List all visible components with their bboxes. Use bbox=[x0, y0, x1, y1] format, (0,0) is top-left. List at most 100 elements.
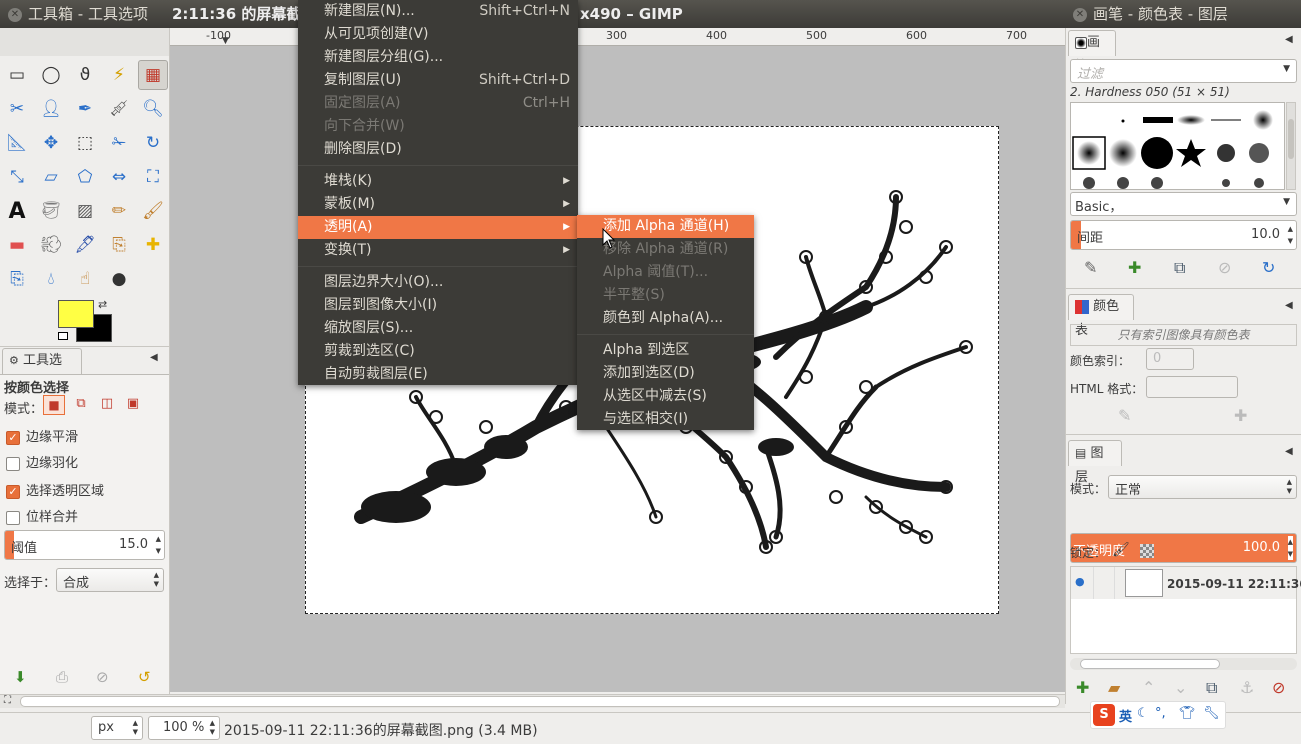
layer-menu-item[interactable]: 剪裁到选区(C) bbox=[298, 340, 578, 363]
paintbrush-tool[interactable]: 🖌︎ bbox=[138, 196, 168, 226]
antialias-checkbox[interactable]: ✓ 边缘平滑 bbox=[6, 426, 78, 445]
cage-transform-tool[interactable]: ⛶ bbox=[138, 162, 168, 192]
layer-menu-item[interactable]: 缩放图层(S)... bbox=[298, 317, 578, 340]
layer-list[interactable]: ● 2015-09-11 22:11:36 的屏 bbox=[1070, 566, 1301, 654]
edit-brush-icon[interactable]: ✎ bbox=[1084, 258, 1097, 277]
crop-tool[interactable]: ✁ bbox=[104, 128, 134, 158]
delete-options-icon[interactable]: ⊘ bbox=[96, 668, 109, 686]
threshold-slider[interactable]: 阈值 15.0 ▲ ▼ bbox=[4, 530, 165, 560]
transparency-menu-item[interactable]: Alpha 到选区 bbox=[577, 339, 754, 362]
layer-mode-combo[interactable]: 正常 ▲ ▼ bbox=[1108, 475, 1297, 499]
layer-menu-item[interactable]: 透明(A) ▶ bbox=[298, 216, 578, 239]
pencil-tool[interactable]: ✏︎ bbox=[104, 196, 134, 226]
lock-pixels-icon[interactable]: 🖌︎ bbox=[1112, 542, 1130, 558]
layer-menu-item[interactable]: 变换(T) ▶ bbox=[298, 239, 578, 262]
new-layer-group-icon[interactable]: ▰ bbox=[1108, 678, 1120, 697]
tab-menu-icon[interactable]: ◀ bbox=[1285, 446, 1293, 457]
scrollbar-thumb[interactable] bbox=[20, 696, 1060, 707]
scrollbar-thumb[interactable] bbox=[1080, 659, 1220, 669]
blend-tool[interactable]: ▨ bbox=[70, 196, 100, 226]
dodge-burn-tool[interactable]: ● bbox=[104, 264, 134, 294]
spin-arrows-icon[interactable]: ▲ ▼ bbox=[1288, 223, 1293, 247]
rect-select-tool[interactable]: ▭ bbox=[2, 60, 32, 90]
transparency-menu-item[interactable]: 添加到选区(D) bbox=[577, 362, 754, 385]
smudge-tool[interactable]: ☝︎ bbox=[70, 264, 100, 294]
default-colors-icon[interactable] bbox=[58, 332, 68, 340]
edit-color-icon[interactable]: ✎ bbox=[1118, 406, 1131, 425]
anchor-layer-icon[interactable]: ⚓︎ bbox=[1240, 678, 1254, 697]
scrollbar-thumb[interactable] bbox=[1288, 119, 1294, 159]
close-icon[interactable]: ✕ bbox=[1073, 7, 1087, 22]
tab-menu-icon[interactable]: ◀ bbox=[1285, 34, 1293, 45]
swap-colors-icon[interactable]: ⇄ bbox=[98, 298, 107, 311]
ellipse-select-tool[interactable]: ◯ bbox=[36, 60, 66, 90]
raise-layer-icon[interactable]: ⌃ bbox=[1142, 678, 1155, 697]
select-by-combo[interactable]: 合成 ▲ ▼ bbox=[56, 568, 164, 592]
perspective-tool[interactable]: ⬠ bbox=[70, 162, 100, 192]
layer-menu-item[interactable]: 蒙板(M) ▶ bbox=[298, 193, 578, 216]
layer-menu-item[interactable]: 删除图层(D) bbox=[298, 138, 578, 161]
scale-tool[interactable]: ⤡ bbox=[2, 162, 32, 192]
layer-menu-item[interactable]: 从可见项创建(V) bbox=[298, 23, 578, 46]
chain-icon[interactable] bbox=[1093, 567, 1115, 599]
delete-brush-icon[interactable]: ⊘ bbox=[1218, 258, 1231, 277]
layer-list-scrollbar[interactable] bbox=[1070, 658, 1297, 670]
perspective-clone-tool[interactable]: ⎘ bbox=[2, 264, 32, 294]
lower-layer-icon[interactable]: ⌄ bbox=[1174, 678, 1187, 697]
brush-preset-combo[interactable]: Basic， ▼ bbox=[1070, 192, 1297, 216]
tab-colormap[interactable]: 颜色表 bbox=[1068, 294, 1134, 338]
layer-row[interactable]: ● 2015-09-11 22:11:36 的屏 bbox=[1071, 567, 1301, 599]
color-index-spinner[interactable]: 0 bbox=[1146, 348, 1194, 370]
spacing-slider[interactable]: 间距 10.0 ▲ ▼ bbox=[1070, 220, 1297, 250]
layer-menu-item[interactable]: 堆栈(K) ▶ bbox=[298, 170, 578, 193]
unit-combo[interactable]: px ▲ ▼ bbox=[91, 716, 143, 740]
clone-tool[interactable]: ⎘ bbox=[104, 230, 134, 260]
restore-options-icon[interactable]: ⎙ bbox=[56, 668, 68, 686]
rotate-tool[interactable]: ↻ bbox=[138, 128, 168, 158]
html-input[interactable] bbox=[1146, 376, 1238, 398]
paths-tool[interactable]: ✒︎ bbox=[70, 94, 100, 124]
refresh-brushes-icon[interactable]: ↻ bbox=[1262, 258, 1275, 277]
tab-tool-options[interactable]: ⚙ 工具选项 bbox=[2, 348, 82, 392]
sample-merged-checkbox[interactable]: 位样合并 bbox=[6, 506, 78, 525]
select-by-color-tool[interactable]: ▦ bbox=[138, 60, 168, 90]
select-transparent-checkbox[interactable]: ✓ 选择透明区域 bbox=[6, 480, 104, 499]
zoom-combo[interactable]: 100 % ▲ ▼ bbox=[148, 716, 220, 740]
eye-icon[interactable]: ● bbox=[1075, 575, 1085, 588]
mode-replace-button[interactable]: ■ bbox=[43, 395, 65, 415]
lock-alpha-icon[interactable] bbox=[1140, 544, 1154, 558]
tab-menu-icon[interactable]: ◀ bbox=[1285, 300, 1293, 311]
flip-tool[interactable]: ⇔ bbox=[104, 162, 134, 192]
layer-menu-item[interactable]: 自动剪裁图层(E) bbox=[298, 363, 578, 386]
transparency-menu-item[interactable]: 颜色到 Alpha(A)... bbox=[577, 307, 754, 330]
layer-menu-item[interactable]: 图层到图像大小(I) bbox=[298, 294, 578, 317]
moon-icon[interactable]: ☾ bbox=[1137, 706, 1149, 721]
transparency-menu-item[interactable]: 与选区相交(I) bbox=[577, 408, 754, 431]
brush-grid-scrollbar[interactable] bbox=[1286, 102, 1296, 190]
layer-name[interactable]: 2015-09-11 22:11:36 的屏 bbox=[1167, 575, 1301, 592]
reset-options-icon[interactable]: ↺ bbox=[138, 668, 151, 686]
ink-tool[interactable]: 🖋︎ bbox=[70, 230, 100, 260]
blur-tool[interactable]: 💧︎ bbox=[36, 264, 66, 294]
align-tool[interactable]: ⬚ bbox=[70, 128, 100, 158]
shirt-icon[interactable]: 👕︎ bbox=[1179, 706, 1196, 721]
spin-arrows-icon[interactable]: ▲ ▼ bbox=[1287, 536, 1293, 560]
ime-toolbar[interactable]: S 英 ☾ °, 👕︎ 🔧︎ bbox=[1090, 701, 1226, 729]
shear-tool[interactable]: ▱ bbox=[36, 162, 66, 192]
foreground-select-tool[interactable]: 👤︎ bbox=[36, 94, 66, 124]
heal-tool[interactable]: ✚ bbox=[138, 230, 168, 260]
new-brush-icon[interactable]: ✚ bbox=[1128, 258, 1141, 277]
feather-checkbox[interactable]: 边缘羽化 bbox=[6, 452, 78, 471]
text-tool[interactable]: A bbox=[2, 196, 32, 226]
tab-layers[interactable]: ▤ 图层 bbox=[1068, 440, 1122, 485]
mode-add-button[interactable]: ⧉ bbox=[70, 395, 92, 415]
canvas-hscrollbar[interactable]: ⛶ bbox=[0, 694, 1065, 708]
move-tool[interactable]: ✥ bbox=[36, 128, 66, 158]
ime-language[interactable]: 英 bbox=[1119, 706, 1132, 725]
duplicate-layer-icon[interactable]: ⧉ bbox=[1206, 678, 1217, 698]
mode-subtract-button[interactable]: ◫ bbox=[96, 395, 118, 415]
airbrush-tool[interactable]: 💨︎ bbox=[36, 230, 66, 260]
layer-menu-item[interactable]: 复制图层(U) Shift+Ctrl+D bbox=[298, 69, 578, 92]
spin-arrows-icon[interactable]: ▲ ▼ bbox=[156, 533, 161, 557]
transparency-menu-item[interactable]: 从选区中减去(S) bbox=[577, 385, 754, 408]
